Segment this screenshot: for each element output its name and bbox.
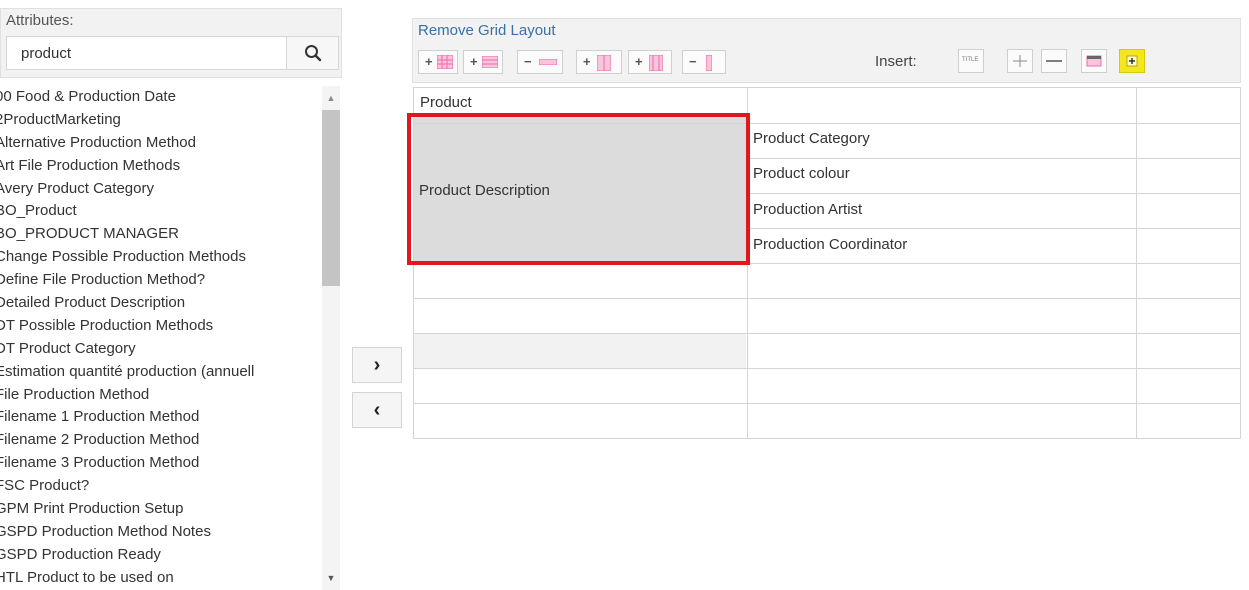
insert-add-button[interactable] [1119, 49, 1145, 73]
add-column-left-button[interactable]: + [576, 50, 622, 74]
scroll-up-arrow-icon[interactable]: ▲ [322, 86, 340, 110]
attribute-list-item[interactable]: Filename 3 Production Method [0, 452, 322, 475]
title-icon: TITLE [962, 57, 979, 63]
attribute-list-item[interactable]: Alternative Production Method [0, 132, 322, 155]
attribute-list-item[interactable]: Filename 2 Production Method [0, 429, 322, 452]
attribute-list-item[interactable]: GSPD Production Ready [0, 544, 322, 567]
attribute-list-item[interactable]: Avery Product Category [0, 178, 322, 201]
grid-cell-product-colour[interactable]: Product colour [753, 165, 850, 182]
attributes-list-scrollbar[interactable]: ▲ ▼ [322, 86, 340, 590]
attributes-search-box [6, 36, 339, 70]
table-rows-icon [437, 55, 453, 69]
scrollbar-thumb[interactable] [322, 110, 340, 286]
attributes-label: Attributes: [6, 12, 74, 29]
separator-icon [1013, 55, 1027, 67]
attribute-list-item[interactable]: File Production Method [0, 384, 322, 407]
insert-title-button[interactable]: TITLE [958, 49, 984, 73]
scroll-down-arrow-icon[interactable]: ▼ [322, 566, 340, 590]
search-button[interactable] [286, 37, 338, 69]
attribute-list-item[interactable]: Estimation quantité production (annuell [0, 361, 322, 384]
table-columns-icon [597, 55, 611, 71]
attribute-list-item[interactable]: Art File Production Methods [0, 155, 322, 178]
insert-line-button[interactable] [1041, 49, 1067, 73]
attribute-list-item[interactable]: DT Possible Production Methods [0, 315, 322, 338]
column-bar-icon [706, 55, 712, 71]
horizontal-line-icon [1046, 60, 1062, 62]
insert-separator-button[interactable] [1007, 49, 1033, 73]
attribute-list-item[interactable]: FSC Product? [0, 475, 322, 498]
add-row-below-button[interactable]: + [463, 50, 503, 74]
plus-icon: + [583, 54, 591, 69]
remove-column-button[interactable]: − [682, 50, 726, 74]
remove-row-button[interactable]: − [517, 50, 563, 74]
row-block-icon [1086, 55, 1102, 67]
attribute-list-item[interactable]: Detailed Product Description [0, 292, 322, 315]
attribute-list-item[interactable]: 00 Food & Production Date [0, 86, 322, 109]
minus-icon: − [689, 54, 697, 69]
attribute-list-item[interactable]: GPM Print Production Setup [0, 498, 322, 521]
add-row-above-button[interactable]: + [418, 50, 458, 74]
attribute-list-item[interactable]: HTL Product to be used on [0, 567, 322, 590]
attribute-list-item[interactable]: BO_PRODUCT MANAGER [0, 223, 322, 246]
attribute-list-item[interactable]: BO_Product [0, 200, 322, 223]
attribute-list-item[interactable]: DT Product Category [0, 338, 322, 361]
grid-cell-product-category[interactable]: Product Category [753, 130, 870, 147]
attribute-list-item[interactable]: 2ProductMarketing [0, 109, 322, 132]
row-bar-icon [539, 59, 557, 65]
insert-label: Insert: [875, 53, 917, 70]
attributes-list[interactable]: 00 Food & Production Date 2ProductMarketi… [0, 86, 322, 590]
add-plus-icon [1126, 55, 1138, 67]
table-column-icon [649, 55, 663, 71]
selection-highlight [407, 113, 750, 265]
attribute-list-item[interactable]: Define File Production Method? [0, 269, 322, 292]
table-row-icon [482, 56, 498, 68]
grid-cell-production-coordinator[interactable]: Production Coordinator [753, 236, 907, 253]
remove-grid-layout-link[interactable]: Remove Grid Layout [418, 22, 556, 39]
attribute-list-item[interactable]: Filename 1 Production Method [0, 406, 322, 429]
attributes-search-input[interactable] [7, 37, 283, 69]
grid-cell-production-artist[interactable]: Production Artist [753, 201, 862, 218]
plus-icon: + [425, 54, 433, 69]
plus-icon: + [635, 54, 643, 69]
insert-row-block-button[interactable] [1081, 49, 1107, 73]
plus-icon: + [470, 54, 478, 69]
attribute-list-item[interactable]: Change Possible Production Methods [0, 246, 322, 269]
attribute-list-item[interactable]: GSPD Production Method Notes [0, 521, 322, 544]
search-icon [305, 45, 322, 62]
minus-icon: − [524, 54, 532, 69]
grid-cell-product[interactable]: Product [420, 94, 472, 111]
add-column-right-button[interactable]: + [628, 50, 672, 74]
remove-attribute-button[interactable]: ‹ [352, 392, 402, 428]
add-attribute-button[interactable]: › [352, 347, 402, 383]
